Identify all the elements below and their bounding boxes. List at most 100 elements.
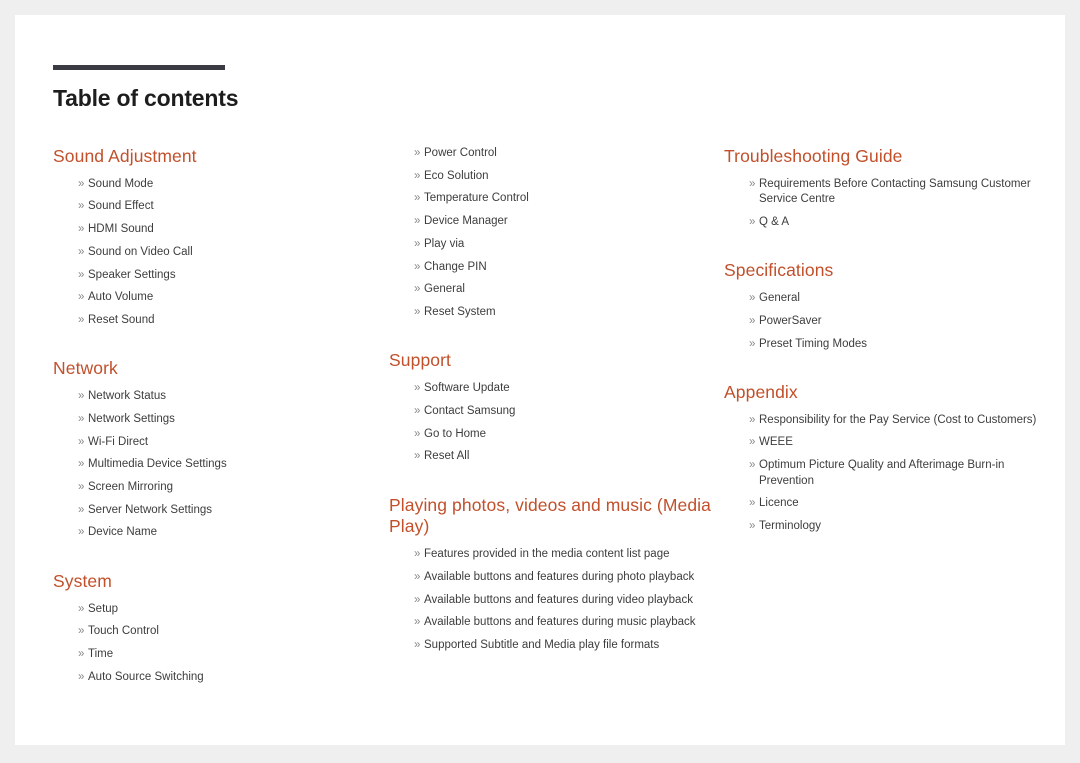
double-angle-bullet-icon: » <box>414 215 421 228</box>
toc-entry[interactable]: » Preset Timing Modes <box>749 337 1054 353</box>
toc-entry[interactable]: » Speaker Settings <box>78 268 383 284</box>
toc-entry[interactable]: » General <box>749 291 1054 307</box>
section-heading[interactable]: Network <box>53 358 383 380</box>
toc-entry-label: Go to Home <box>424 427 486 440</box>
section-heading[interactable]: System <box>53 571 383 593</box>
toc-entry[interactable]: » Network Settings <box>78 412 383 428</box>
toc-entry-label: Available buttons and features during ph… <box>424 570 695 583</box>
toc-entry-label: Device Manager <box>424 215 508 228</box>
toc-entry[interactable]: » Contact Samsung <box>414 404 719 420</box>
toc-entry[interactable]: » Reset All <box>414 449 719 465</box>
toc-entry[interactable]: » Features provided in the media content … <box>414 547 719 563</box>
toc-entry[interactable]: » PowerSaver <box>749 314 1054 330</box>
toc-entry[interactable]: » Responsibility for the Pay Service (Cos… <box>749 413 1054 429</box>
toc-section: System» Setup» Touch Control» Time» Auto Sou… <box>53 571 383 685</box>
double-angle-bullet-icon: » <box>414 283 421 296</box>
toc-entry[interactable]: » Wi-Fi Direct <box>78 435 383 451</box>
toc-entry[interactable]: » Optimum Picture Quality and Afterimage … <box>749 458 1054 489</box>
section-heading[interactable]: Appendix <box>724 382 1054 404</box>
section-item-list: » Network Status» Network Settings» Wi-Fi D… <box>53 389 383 541</box>
double-angle-bullet-icon: » <box>78 503 85 516</box>
section-item-list: » Features provided in the media content … <box>389 547 719 653</box>
toc-entry[interactable]: » Network Status <box>78 389 383 405</box>
toc-entry[interactable]: » Touch Control <box>78 624 383 640</box>
column-right: Troubleshooting Guide » Requirements Befor… <box>724 146 1054 557</box>
toc-entry[interactable]: » Setup <box>78 602 383 618</box>
toc-entry[interactable]: » Sound Effect <box>78 199 383 215</box>
section-heading[interactable]: Playing photos, videos and music (Media … <box>389 495 719 538</box>
toc-entry[interactable]: » Temperature Control <box>414 191 719 207</box>
toc-entry[interactable]: » Sound Mode <box>78 177 383 193</box>
toc-entry[interactable]: » Sound on Video Call <box>78 245 383 261</box>
toc-entry[interactable]: » Go to Home <box>414 427 719 443</box>
double-angle-bullet-icon: » <box>414 570 421 583</box>
section-heading[interactable]: Sound Adjustment <box>53 146 383 168</box>
toc-entry[interactable]: » Available buttons and features during v… <box>414 593 719 609</box>
toc-entry[interactable]: » Auto Volume <box>78 290 383 306</box>
toc-entry-label: Wi-Fi Direct <box>88 435 149 448</box>
section-heading[interactable]: Troubleshooting Guide <box>724 146 1054 168</box>
toc-entry-label: Device Name <box>88 526 158 539</box>
toc-entry[interactable]: » Auto Source Switching <box>78 670 383 686</box>
section-item-list: » Software Update» Contact Samsung» Go to H… <box>389 381 719 465</box>
toc-entry[interactable]: » Time <box>78 647 383 663</box>
document-page: Table of contents Sound Adjustment» Sound… <box>15 15 1065 745</box>
double-angle-bullet-icon: » <box>78 670 85 683</box>
double-angle-bullet-icon: » <box>78 458 85 471</box>
toc-entry[interactable]: » Multimedia Device Settings <box>78 457 383 473</box>
toc-entry-label: Reset Sound <box>88 313 155 326</box>
double-angle-bullet-icon: » <box>749 520 756 533</box>
column-middle: » Power Control» Eco Solution» Temperature … <box>389 146 719 675</box>
toc-entry[interactable]: » Change PIN <box>414 260 719 276</box>
toc-entry[interactable]: » Play via <box>414 237 719 253</box>
toc-entry[interactable]: » Software Update <box>414 381 719 397</box>
toc-entry[interactable]: » Screen Mirroring <box>78 480 383 496</box>
toc-entry[interactable]: » WEEE <box>749 435 1054 451</box>
double-angle-bullet-icon: » <box>78 313 85 326</box>
toc-entry-label: WEEE <box>759 436 793 449</box>
toc-entry[interactable]: » Available buttons and features during m… <box>414 615 719 631</box>
toc-entry-label: Screen Mirroring <box>88 480 173 493</box>
double-angle-bullet-icon: » <box>414 382 421 395</box>
section-heading[interactable]: Specifications <box>724 260 1054 282</box>
toc-entry[interactable]: » Q & A <box>749 215 1054 231</box>
toc-entry[interactable]: » Eco Solution <box>414 169 719 185</box>
toc-entry-label: Sound Mode <box>88 177 154 190</box>
toc-entry[interactable]: » General <box>414 282 719 298</box>
toc-entry[interactable]: » Available buttons and features during p… <box>414 570 719 586</box>
double-angle-bullet-icon: » <box>749 215 756 228</box>
toc-entry-label: Preset Timing Modes <box>759 337 868 350</box>
toc-entry[interactable]: » Requirements Before Contacting Samsung … <box>749 177 1054 208</box>
toc-entry-label: Touch Control <box>88 625 159 638</box>
toc-entry[interactable]: » Supported Subtitle and Media play file … <box>414 638 719 654</box>
double-angle-bullet-icon: » <box>414 638 421 651</box>
double-angle-bullet-icon: » <box>414 616 421 629</box>
double-angle-bullet-icon: » <box>414 548 421 561</box>
toc-entry[interactable]: » HDMI Sound <box>78 222 383 238</box>
toc-entry[interactable]: » Power Control <box>414 146 719 162</box>
toc-entry-label: Sound Effect <box>88 200 154 213</box>
toc-entry[interactable]: » Reset System <box>414 305 719 321</box>
toc-entry-label: Play via <box>424 237 465 250</box>
toc-entry[interactable]: » Device Manager <box>414 214 719 230</box>
toc-entry[interactable]: » Device Name <box>78 525 383 541</box>
toc-entry[interactable]: » Reset Sound <box>78 313 383 329</box>
double-angle-bullet-icon: » <box>78 223 85 236</box>
toc-entry-label: HDMI Sound <box>88 223 154 236</box>
toc-entry-label: Network Settings <box>88 412 175 425</box>
toc-entry-label: Q & A <box>759 215 790 228</box>
double-angle-bullet-icon: » <box>78 200 85 213</box>
toc-entry-label: Available buttons and features during vi… <box>424 593 693 606</box>
toc-entry-label: Optimum Picture Quality and Afterimage B… <box>759 459 1005 487</box>
double-angle-bullet-icon: » <box>78 390 85 403</box>
double-angle-bullet-icon: » <box>78 268 85 281</box>
toc-entry[interactable]: » Terminology <box>749 519 1054 535</box>
toc-entry[interactable]: » Server Network Settings <box>78 503 383 519</box>
toc-entry-label: Power Control <box>424 147 497 159</box>
toc-entry[interactable]: » Licence <box>749 496 1054 512</box>
toc-entry-label: Sound on Video Call <box>88 245 193 258</box>
toc-entry-label: Terminology <box>759 520 821 533</box>
toc-entry-label: General <box>759 292 800 305</box>
toc-section: Appendix » Responsibility for the Pay Serv… <box>724 382 1054 535</box>
section-heading[interactable]: Support <box>389 350 719 372</box>
